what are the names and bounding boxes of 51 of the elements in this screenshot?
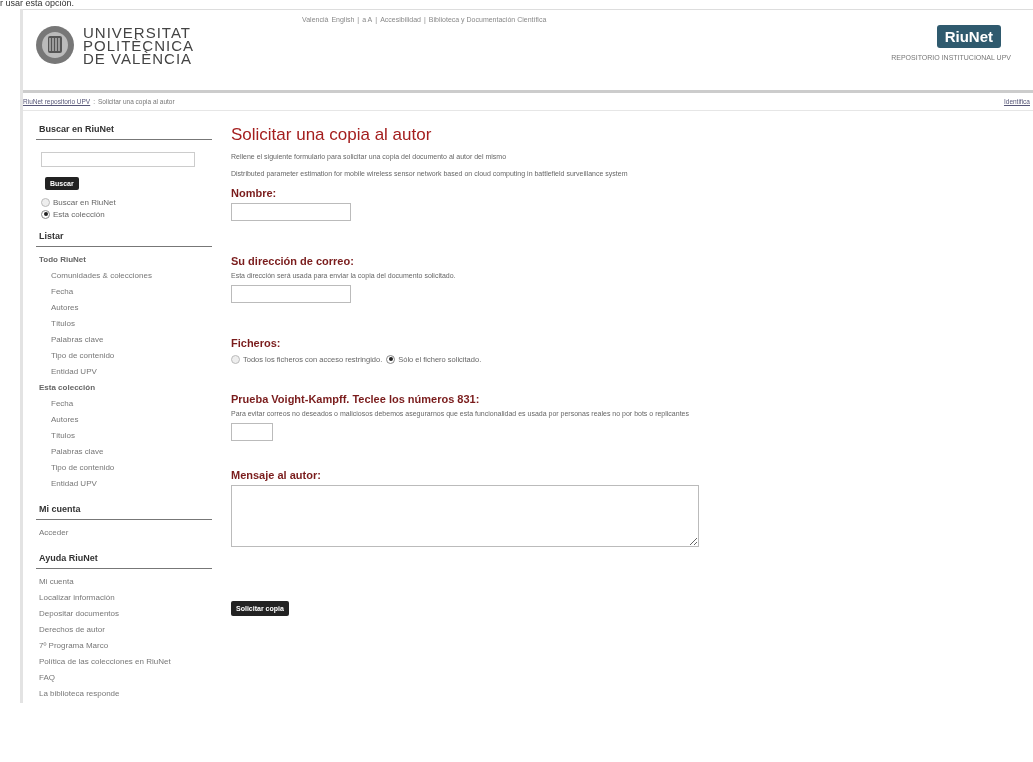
field-label: Mensaje al autor: (231, 469, 322, 481)
radio-button[interactable] (386, 354, 396, 364)
search-field[interactable] (41, 152, 195, 167)
message-field[interactable] (231, 485, 699, 547)
cut-off-text: r usar esta opción. (0, 0, 76, 9)
page-title: Solicitar una copia al autor (231, 125, 433, 145)
sidebar-item[interactable]: Títulos (36, 317, 212, 333)
university-seal-icon (35, 25, 75, 65)
sidebar-item[interactable]: Títulos (36, 429, 212, 445)
sidebar-item[interactable]: Autores (36, 301, 212, 317)
sidebar-item[interactable]: Tipo de contenido (36, 349, 212, 365)
sidebar-heading: Ayuda RiuNet (36, 550, 212, 569)
sidebar-heading: Mi cuenta (36, 501, 212, 520)
sidebar-item[interactable]: Fecha (36, 285, 212, 301)
sidebar-item[interactable]: Esta colección (36, 381, 212, 397)
sidebar-item[interactable]: Depositar documentos (36, 607, 212, 623)
scope-option[interactable]: Buscar en RiuNet (36, 196, 212, 208)
sidebar-item[interactable]: Acceder (36, 526, 212, 542)
sidebar-item[interactable]: FAQ (36, 671, 212, 687)
sidebar-item[interactable]: Fecha (36, 397, 212, 413)
sidebar-item[interactable]: Comunidades & colecciones (36, 269, 212, 285)
field-label: Su dirección de correo: (231, 255, 355, 267)
field-label: Ficheros: (231, 337, 282, 349)
input-field[interactable] (231, 285, 351, 303)
sidebar-item[interactable]: Autores (36, 413, 212, 429)
sidebar-item[interactable]: Derechos de autor (36, 623, 212, 639)
radio-button[interactable] (41, 209, 50, 219)
field-label: Prueba Voight-Kampff. Teclee los números 831: (231, 393, 481, 405)
radio-button[interactable] (231, 354, 240, 364)
sidebar-item[interactable]: Todo RiuNet (36, 253, 212, 269)
riunet-logo[interactable]: RiuNet (936, 25, 1001, 48)
university-name-line: POLITÈCNICA (83, 38, 195, 52)
sidebar-item[interactable]: Palabras clave (36, 333, 212, 349)
sidebar-item[interactable]: Mi cuenta (36, 575, 212, 591)
sidebar-item[interactable]: Entidad UPV (36, 477, 212, 493)
university-name-line: UNIVERSITAT (83, 25, 191, 39)
sidebar-item[interactable]: Entidad UPV (36, 365, 212, 381)
sidebar-item[interactable]: Política de las colecciones en RiuNet (36, 655, 212, 671)
scope-option[interactable]: Esta colección (36, 208, 212, 220)
field-label: Nombre: (231, 187, 278, 199)
sidebar-item[interactable]: 7º Programa Marco (36, 639, 212, 655)
sidebar-heading: Buscar en RiuNet (36, 121, 212, 140)
input-field[interactable] (231, 423, 273, 441)
sidebar-heading: Listar (36, 228, 212, 247)
radio-button[interactable] (41, 197, 50, 207)
university-name-line: DE VALÈNCIA (83, 51, 194, 65)
sidebar-item[interactable]: Palabras clave (36, 445, 212, 461)
input-field[interactable] (231, 203, 351, 221)
sidebar-item[interactable]: Localizar información (36, 591, 212, 607)
sidebar-item[interactable]: Tipo de contenido (36, 461, 212, 477)
sidebar-item[interactable]: La biblioteca responde (36, 687, 212, 703)
